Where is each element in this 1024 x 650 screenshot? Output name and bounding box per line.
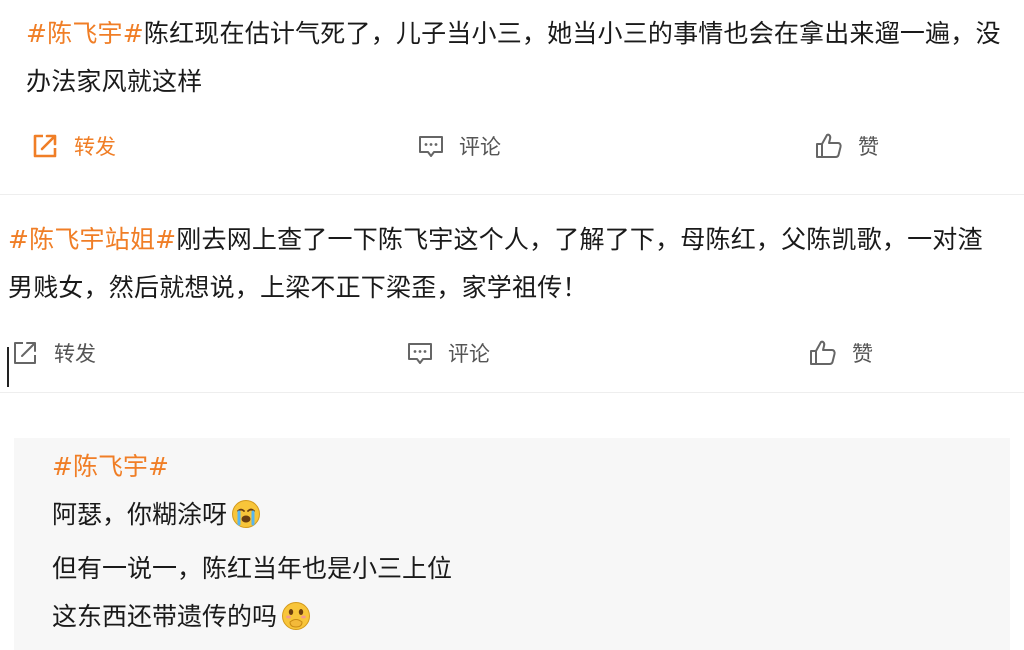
post-1-body-line-2: 办法家风就这样 <box>26 67 203 96</box>
crying-face-icon <box>231 497 261 545</box>
like-label: 赞 <box>858 135 879 159</box>
forward-label: 转发 <box>74 135 116 159</box>
quoted-line-3-text: 这东西还带遗传的吗 <box>52 602 278 631</box>
forward-icon <box>30 131 60 161</box>
post-2-line-1: #陈飞宇站姐#刚去网上查了一下陈飞宇这个人，了解了下，母陈红，父陈凯歌，一对渣 <box>8 216 983 264</box>
post-2-body-line-2: 男贱女，然后就想说，上梁不正下梁歪，家学祖传！ <box>8 273 588 302</box>
quoted-line-1-text: 阿瑟，你糊涂呀 <box>52 500 228 529</box>
forward-button[interactable]: 转发 <box>30 126 116 166</box>
post-2-actions: 转发 评论 赞 <box>0 333 1024 373</box>
quoted-post-text: #陈飞宇# 阿瑟，你糊涂呀 但有一说一，陈红当年也是小三上位 这东西还带遗传的吗 <box>52 443 452 647</box>
post-1-actions: 转发 评论 赞 <box>0 126 1024 166</box>
thumbs-up-icon <box>808 338 838 368</box>
comment-label: 评论 <box>459 135 501 159</box>
forward-button[interactable]: 转发 <box>10 333 96 373</box>
thumbs-up-icon <box>814 131 844 161</box>
comment-label: 评论 <box>448 342 490 366</box>
comment-button[interactable]: 评论 <box>417 126 501 166</box>
post-2-hashtag[interactable]: #陈飞宇站姐# <box>8 225 176 254</box>
post-1-hashtag[interactable]: #陈飞宇# <box>26 19 144 48</box>
quoted-line-2: 但有一说一，陈红当年也是小三上位 <box>52 554 453 583</box>
forward-label: 转发 <box>54 342 96 366</box>
comment-icon <box>417 132 445 160</box>
comment-button[interactable]: 评论 <box>406 333 490 373</box>
post-2-text: #陈飞宇站姐#刚去网上查了一下陈飞宇这个人，了解了下，母陈红，父陈凯歌，一对渣 … <box>8 216 983 312</box>
text-cursor <box>7 347 9 387</box>
forward-icon <box>10 338 40 368</box>
comment-icon <box>406 339 434 367</box>
quoted-line-3: 这东西还带遗传的吗 <box>52 593 452 647</box>
quoted-hashtag[interactable]: #陈飞宇# <box>52 443 452 491</box>
post-divider-1 <box>0 194 1024 195</box>
post-1-line-1: #陈飞宇#陈红现在估计气死了，儿子当小三，她当小三的事情也会在拿出来遛一遍，没 <box>26 10 1001 58</box>
like-button[interactable]: 赞 <box>808 333 873 373</box>
quoted-line-1: 阿瑟，你糊涂呀 <box>52 491 452 545</box>
hand-over-mouth-icon <box>281 599 311 647</box>
post-1-body-line-1: 陈红现在估计气死了，儿子当小三，她当小三的事情也会在拿出来遛一遍，没 <box>143 19 1001 48</box>
like-label: 赞 <box>852 342 873 366</box>
post-2-body-line-1: 刚去网上查了一下陈飞宇这个人，了解了下，母陈红，父陈凯歌，一对渣 <box>176 225 983 254</box>
like-button[interactable]: 赞 <box>814 126 879 166</box>
post-1-text: #陈飞宇#陈红现在估计气死了，儿子当小三，她当小三的事情也会在拿出来遛一遍，没 … <box>26 10 1001 106</box>
post-divider-2 <box>0 392 1024 393</box>
